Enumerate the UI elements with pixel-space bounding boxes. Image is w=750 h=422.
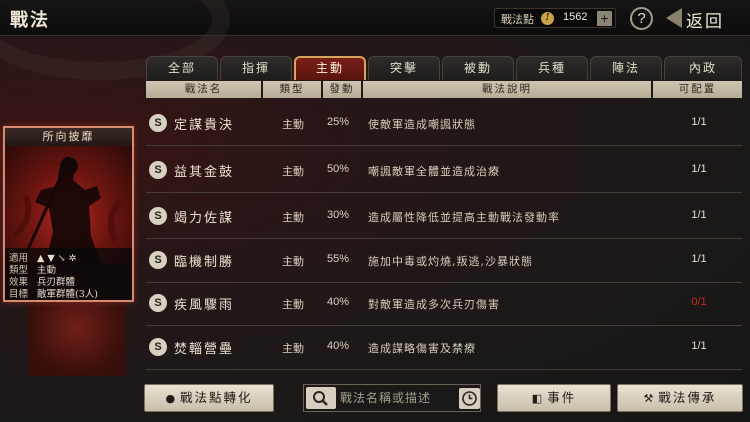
table-row[interactable]: S 益其金鼓 主動 50% 嘲諷敵軍全體並造成治療 1/1	[146, 147, 742, 193]
tab-assault[interactable]: 突擊	[368, 56, 440, 80]
back-label: 返回	[686, 12, 724, 32]
card-artwork	[5, 146, 132, 264]
column-rate[interactable]: 發動	[323, 81, 361, 98]
back-button[interactable]: 返回	[666, 6, 744, 32]
tactic-rate: 40%	[326, 340, 350, 352]
back-arrow-icon	[666, 8, 682, 28]
hammer-icon: ⚒	[643, 392, 656, 405]
tactic-rate: 40%	[326, 296, 350, 308]
tactic-description: 造成屬性降低並提高主動戰法發動率	[368, 211, 560, 224]
tactic-name: 臨機制勝	[174, 255, 235, 270]
page-title: 戰法	[10, 10, 50, 31]
table-row[interactable]: S 竭力佐謀 主動 30% 造成屬性降低並提高主動戰法發動率 1/1	[146, 193, 742, 239]
tactic-rate: 50%	[326, 163, 350, 175]
inherit-tactic-button[interactable]: ⚒ 戰法傳承	[617, 384, 743, 412]
convert-points-button[interactable]: ● 戰法點轉化	[144, 384, 274, 412]
tactic-description: 對敵軍造成多次兵刃傷害	[368, 298, 500, 311]
tactic-description: 造成謀略傷害及禁療	[368, 342, 476, 355]
tab-all[interactable]: 全部	[146, 56, 218, 80]
tactic-rate: 55%	[326, 253, 350, 265]
event-icon: ◧	[531, 392, 545, 405]
tactic-rate: 30%	[326, 209, 350, 221]
grade-badge: S	[149, 294, 167, 312]
table-row[interactable]: S 焚輜營壘 主動 40% 造成謀略傷害及禁療 1/1	[146, 324, 742, 370]
points-label: 戰法點	[501, 13, 534, 26]
tab-active[interactable]: 主動	[294, 56, 366, 80]
tactic-points-display: 戰法點 ! 1562 +	[494, 8, 616, 28]
tactic-count: 1/1	[691, 116, 707, 128]
tactic-name: 定謀貴決	[174, 118, 235, 133]
column-name[interactable]: 戰法名	[146, 81, 261, 98]
tactic-description: 使敵軍造成嘲諷狀態	[368, 118, 476, 131]
grade-badge: S	[149, 338, 167, 356]
tactic-name: 竭力佐謀	[174, 211, 235, 226]
flame-icon: ●	[165, 392, 178, 405]
card-title: 所向披靡	[5, 128, 132, 146]
selected-tactic-card[interactable]: 所向披靡 適用 ▲ ▼ ↘ ✲ 類型 主動 效果 兵刃群體 目標 敵軍群體(3人)	[3, 126, 134, 302]
bottom-bar: ●戰法點轉化 ◧事件 ⚒戰法傳承	[0, 380, 750, 422]
tactics-list: S 定謀貴決 主動 25% 使敵軍造成嘲諷狀態 1/1 S 益其金鼓 主動 50…	[146, 100, 742, 374]
secondary-tactic-card[interactable]	[28, 296, 126, 376]
grade-badge: S	[149, 207, 167, 225]
grade-badge: S	[149, 251, 167, 269]
card-stats: 適用 ▲ ▼ ↘ ✲ 類型 主動 效果 兵刃群體 目標 敵軍群體(3人)	[5, 248, 132, 300]
tab-troop-type[interactable]: 兵種	[516, 56, 588, 80]
tactic-count: 1/1	[691, 209, 707, 221]
search-box	[303, 384, 481, 412]
stat-target: 目標 敵軍群體(3人)	[9, 289, 98, 300]
tactic-description: 嘲諷敵軍全體並造成治療	[368, 165, 500, 178]
tactic-count: 1/1	[691, 340, 707, 352]
tactic-name: 疾風驟雨	[174, 298, 235, 313]
help-button[interactable]: ?	[630, 7, 653, 30]
grade-badge: S	[149, 161, 167, 179]
search-input[interactable]	[340, 388, 455, 408]
tactics-screen: 戰法 戰法點 ! 1562 + ? 返回 全部 指揮 主動 突擊 被動 兵種 陣…	[0, 0, 750, 422]
tab-command[interactable]: 指揮	[220, 56, 292, 80]
tab-formation[interactable]: 陣法	[590, 56, 662, 80]
tactic-name: 益其金鼓	[174, 165, 235, 180]
tactic-count: 1/1	[691, 253, 707, 265]
column-type[interactable]: 類型	[263, 81, 321, 98]
warrior-silhouette-icon	[12, 156, 123, 264]
tactic-rate: 25%	[326, 116, 350, 128]
category-tabs: 全部 指揮 主動 突擊 被動 兵種 陣法 內政	[146, 56, 742, 80]
top-bar: 戰法 戰法點 ! 1562 + ? 返回	[0, 0, 750, 80]
tab-internal[interactable]: 內政	[664, 56, 742, 80]
table-header: 戰法名 類型 發動 戰法說明 可配置	[146, 81, 742, 98]
points-value: 1562	[563, 11, 588, 23]
table-row[interactable]: S 臨機制勝 主動 55% 施加中毒或灼燒,叛逃,沙暴狀態 1/1	[146, 237, 742, 283]
column-description: 戰法說明	[363, 81, 651, 98]
tactic-count: 1/1	[691, 163, 707, 175]
tactic-count: 0/1	[691, 296, 707, 308]
coin-icon: !	[541, 12, 554, 25]
table-row[interactable]: S 疾風驟雨 主動 40% 對敵軍造成多次兵刃傷害 0/1	[146, 280, 742, 326]
tab-passive[interactable]: 被動	[442, 56, 514, 80]
tactic-description: 施加中毒或灼燒,叛逃,沙暴狀態	[368, 255, 533, 268]
grade-badge: S	[149, 114, 167, 132]
column-available[interactable]: 可配置	[653, 81, 742, 98]
search-icon[interactable]	[306, 387, 336, 409]
events-button[interactable]: ◧ 事件	[497, 384, 611, 412]
add-points-button[interactable]: +	[597, 11, 612, 26]
tactic-name: 焚輜營壘	[174, 342, 235, 357]
clock-icon[interactable]	[459, 388, 480, 409]
table-row[interactable]: S 定謀貴決 主動 25% 使敵軍造成嘲諷狀態 1/1	[146, 100, 742, 146]
